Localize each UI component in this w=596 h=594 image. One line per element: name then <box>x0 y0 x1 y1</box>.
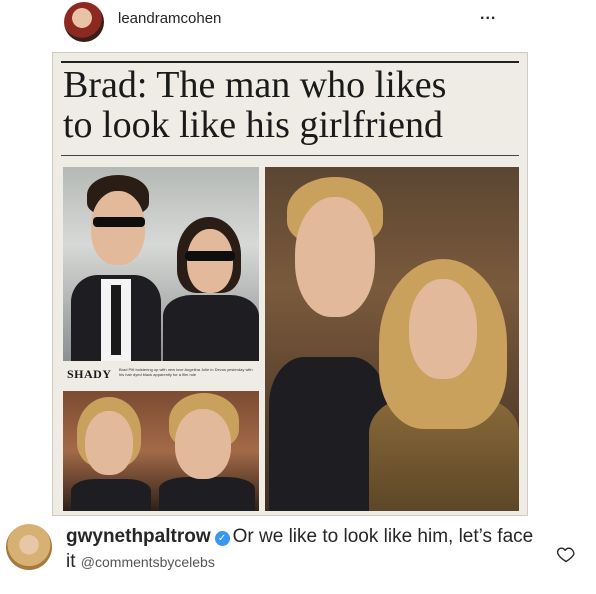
divider <box>61 61 519 63</box>
sunglasses <box>93 217 145 227</box>
heart-icon[interactable] <box>556 544 576 564</box>
avatar[interactable] <box>64 2 104 42</box>
comment: gwynethpaltrow ✓ Or we like to look like h… <box>0 518 596 588</box>
sunglasses <box>185 251 235 261</box>
figure-face <box>187 229 233 293</box>
figure-body <box>163 295 259 361</box>
divider <box>61 155 519 156</box>
figure-face <box>175 409 231 479</box>
figure-body <box>71 479 151 511</box>
headline-line-1: Brad: The man who likes <box>63 64 447 106</box>
post-header: leandramcohen ... <box>0 0 596 48</box>
post-username[interactable]: leandramcohen <box>118 10 221 27</box>
avatar[interactable] <box>6 524 52 570</box>
headline: Brad: The man who likes to look like his… <box>63 65 446 145</box>
photo-brad-jennifer <box>265 167 519 511</box>
comment-username[interactable]: gwynethpaltrow <box>66 526 211 547</box>
figure-body <box>159 477 255 511</box>
figure-tie <box>111 285 121 355</box>
figure-face <box>91 191 145 265</box>
newspaper-clipping-image: Brad: The man who likes to look like his… <box>52 52 528 516</box>
figure-face <box>85 411 133 475</box>
comment-body: gwynethpaltrow ✓ Or we like to look like h… <box>66 524 536 575</box>
photo-brad-angelina <box>63 167 259 361</box>
photo-caption: SHADY Brad Pitt bolstering up with new l… <box>63 363 259 387</box>
figure-face <box>409 279 477 379</box>
figure-face <box>295 197 375 317</box>
caption-title: SHADY <box>67 367 112 381</box>
headline-line-2: to look like his girlfriend <box>63 104 443 146</box>
watermark-credit: @commentsbycelebs <box>80 554 215 570</box>
caption-text: Brad Pitt bolstering up with new love An… <box>119 367 253 377</box>
more-icon[interactable]: ... <box>480 6 496 24</box>
verified-icon: ✓ <box>214 531 230 546</box>
photo-gwyneth-brad <box>63 391 259 511</box>
